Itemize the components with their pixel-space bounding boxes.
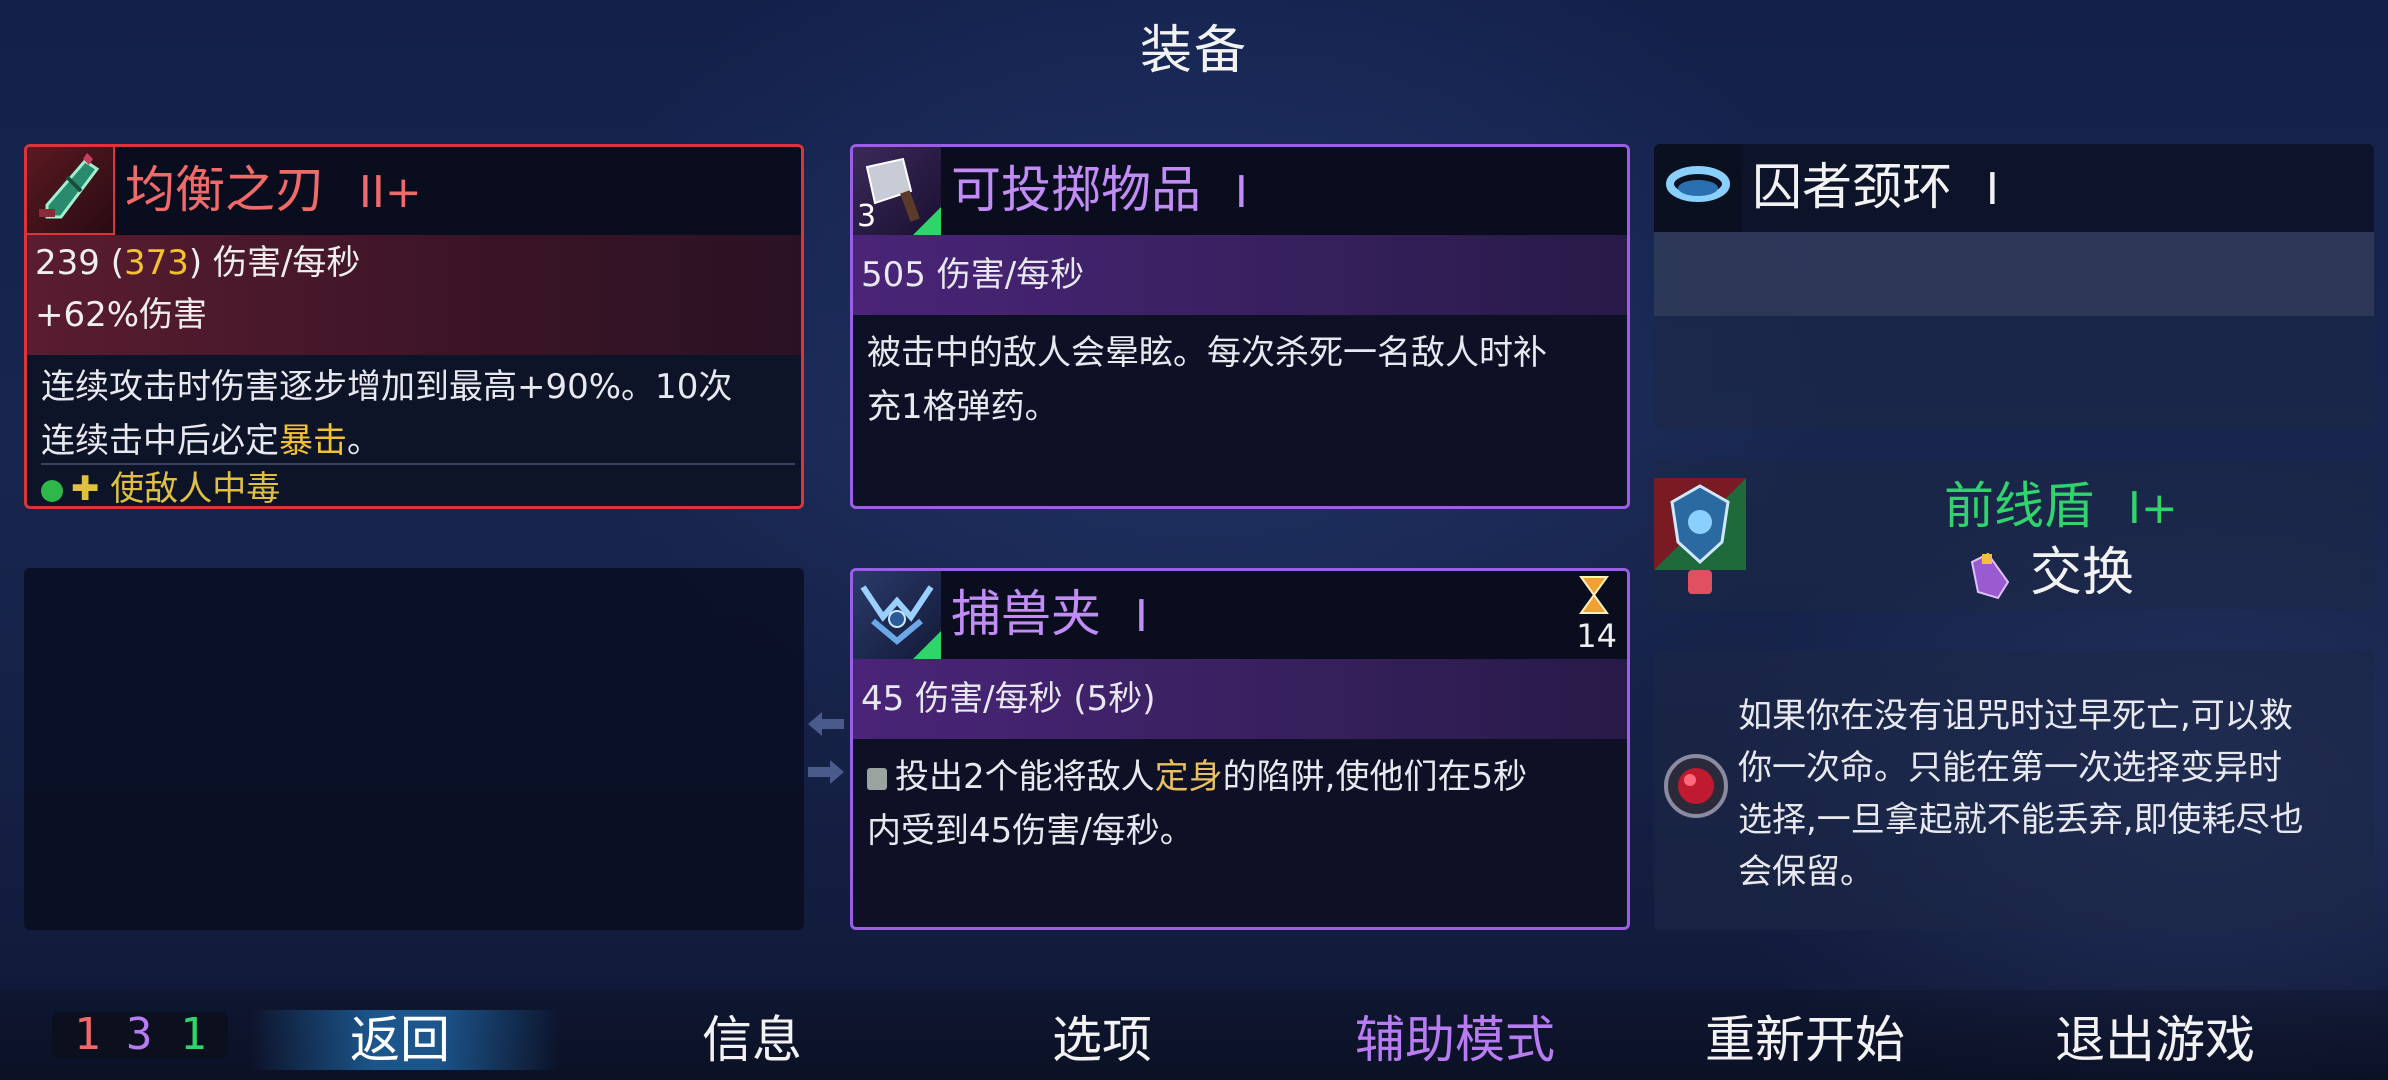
mutation-icon <box>1660 750 1732 822</box>
blade-icon <box>27 147 115 235</box>
skill2-cooldown: 14 <box>1576 617 1617 655</box>
weapon-desc-line2a: 连续击中后必定 <box>41 421 279 461</box>
weapon-dps: 239 (373) 伤害/每秒 <box>35 237 360 289</box>
amulet-name-text: 囚者颈环 <box>1752 158 1952 216</box>
skill2-name-text: 捕兽夹 <box>951 585 1101 643</box>
weapon-name: 均衡之刃 II+ <box>125 155 422 228</box>
skill2-desc-line1a: 投出2个能将敌人 <box>895 757 1155 797</box>
skill2-root-keyword: 定身 <box>1154 757 1223 797</box>
tactics-count: 3 <box>126 1009 153 1060</box>
weapon-dps-base: 239 <box>35 243 100 283</box>
nav-back-button[interactable]: 返回 <box>300 1000 500 1080</box>
shield-tier: I+ <box>2127 483 2178 534</box>
lock-icon <box>867 767 887 790</box>
scroll-counter: 1 3 1 <box>52 1012 228 1058</box>
weapon-dps-unit: 伤害/每秒 <box>202 243 361 283</box>
nav-restart-button[interactable]: 重新开始 <box>1675 1000 1935 1080</box>
weapon-stat: +62%伤害 <box>35 295 208 335</box>
mutation-desc-line2: 你一次命。只能在第一次选择变异时 <box>1738 748 2282 788</box>
weapon-name-text: 均衡之刃 <box>125 161 325 219</box>
skill1-tier: I <box>1234 167 1248 218</box>
shield-owner-icon <box>1688 570 1712 594</box>
skill1-dps: 505 伤害/每秒 <box>861 255 1085 295</box>
weapon-desc-line2b: 。 <box>347 421 381 461</box>
bear-trap-icon <box>853 571 941 659</box>
survival-count: 1 <box>180 1009 207 1060</box>
mutation-desc-line4: 会保留。 <box>1738 852 1874 892</box>
weapon-tier: II+ <box>358 167 422 218</box>
mutation-panel: 如果你在没有诅咒时过早死亡,可以救 你一次命。只能在第一次选择变异时 选择,一旦… <box>1654 650 2374 930</box>
skill1-desc-line2: 充1格弹药。 <box>867 387 1059 427</box>
nav-options-button[interactable]: 选项 <box>1002 1000 1202 1080</box>
nav-quit-button[interactable]: 退出游戏 <box>2025 1000 2285 1080</box>
mutation-desc-line1: 如果你在没有诅咒时过早死亡,可以救 <box>1738 696 2293 736</box>
swap-label: 交换 <box>2030 543 2135 603</box>
skill1-name: 可投掷物品 I <box>951 155 1248 228</box>
page-title: 装备 <box>1139 21 1248 81</box>
weapon-desc-line1: 连续攻击时伤害逐步增加到最高+90%。10次 <box>41 367 733 407</box>
nav-info-button[interactable]: 信息 <box>652 1000 852 1080</box>
weapon-dps-paren-close: ) <box>188 243 203 283</box>
weapon-dps-paren-open: ( <box>99 243 124 283</box>
swap-left-arrow-icon[interactable] <box>806 708 846 740</box>
skill1-desc-line1: 被击中的敌人会晕眩。每次杀死一名敌人时补 <box>867 333 1547 373</box>
skill-slot-2[interactable]: 捕兽夹 I 14 45 伤害/每秒 (5秒) 投出2个能将敌人定身的陷阱,使他们… <box>850 568 1630 930</box>
skill1-name-text: 可投掷物品 <box>951 161 1201 219</box>
amulet-tier: I <box>1985 164 1999 215</box>
nav-assist-mode-button[interactable]: 辅助模式 <box>1325 1000 1585 1080</box>
shield-icon <box>1654 478 1746 570</box>
swap-right-arrow-icon[interactable] <box>806 756 846 788</box>
brutality-count: 1 <box>74 1009 101 1060</box>
amulet-slot[interactable]: 囚者颈环 I <box>1654 144 2374 429</box>
hourglass-icon <box>1579 575 1609 615</box>
weapon-desc-line2: 连续击中后必定暴击。 <box>41 415 381 467</box>
skill1-count: 3 <box>857 199 877 234</box>
shield-swap-panel[interactable]: 前线盾 I+ 交换 <box>1654 460 2374 610</box>
weapon-slot-2-empty[interactable] <box>24 568 804 930</box>
skill2-desc-line1: 投出2个能将敌人定身的陷阱,使他们在5秒 <box>867 751 1527 803</box>
weapon-dps-bonus: 373 <box>123 243 189 283</box>
weapon-extra-text: ✚ 使敌人中毒 <box>71 469 281 509</box>
shield-name: 前线盾 I+ <box>1944 466 2178 538</box>
swap-action[interactable]: 交换 <box>1968 530 2134 605</box>
collar-icon <box>1654 144 1742 232</box>
pickup-hand-icon <box>1968 552 2012 600</box>
poison-icon <box>41 479 63 502</box>
weapon-slot-1[interactable]: 均衡之刃 II+ 239 (373) 伤害/每秒 +62%伤害 连续攻击时伤害逐… <box>24 144 804 509</box>
skill2-dps: 45 伤害/每秒 (5秒) <box>861 679 1156 719</box>
amulet-stats-band <box>1654 232 2374 316</box>
mutation-desc-line3: 选择,一旦拿起就不能丢弃,即使耗尽也 <box>1738 800 2304 840</box>
weapon-crit-keyword: 暴击 <box>279 421 347 461</box>
skill2-tier: I <box>1134 591 1148 642</box>
skill2-name: 捕兽夹 I <box>951 579 1148 652</box>
amulet-name: 囚者颈环 I <box>1752 152 1999 225</box>
skill2-desc-line2: 内受到45伤害/每秒。 <box>867 811 1194 851</box>
skill-slot-1[interactable]: 3 可投掷物品 I 505 伤害/每秒 被击中的敌人会晕眩。每次杀死一名敌人时补… <box>850 144 1630 509</box>
skill2-desc-line1b: 的陷阱,使他们在5秒 <box>1222 757 1528 797</box>
weapon-extra-effect: ✚ 使敌人中毒 <box>41 463 281 509</box>
shield-name-text: 前线盾 <box>1944 477 2094 535</box>
